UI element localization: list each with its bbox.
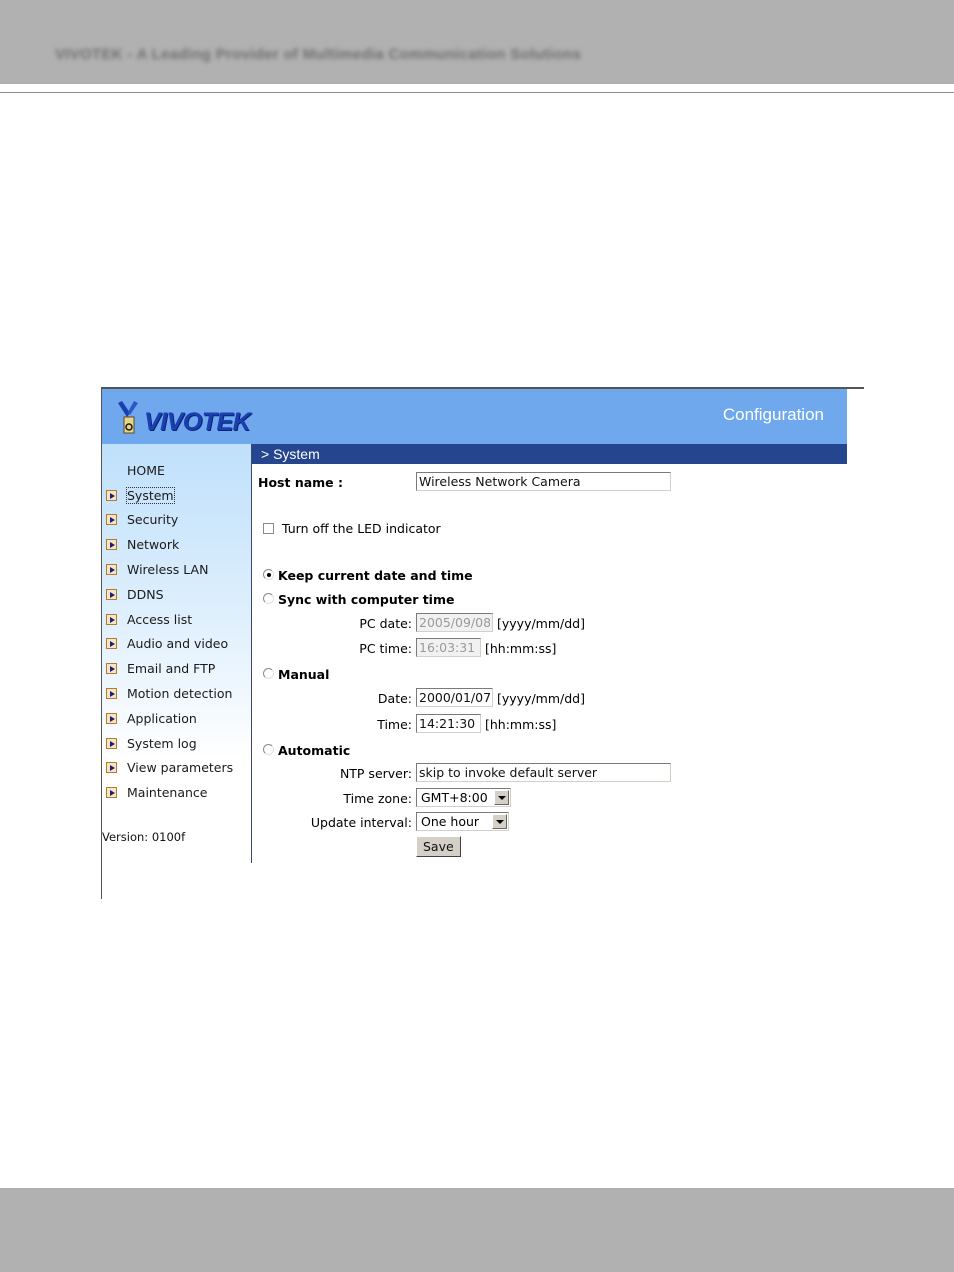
time-zone-value: GMT+8:00 xyxy=(421,790,488,805)
document-footer xyxy=(0,1188,954,1272)
arrow-right-icon xyxy=(106,713,117,724)
time-zone-label: Time zone: xyxy=(343,791,412,806)
sidebar-item-label: HOME xyxy=(127,462,165,478)
firmware-version: Version: 0100f xyxy=(102,830,186,844)
arrow-right-icon xyxy=(106,663,117,674)
automatic-time-radio[interactable] xyxy=(263,744,274,755)
sync-computer-time-label: Sync with computer time xyxy=(278,592,455,607)
pc-time-input xyxy=(416,638,481,657)
camera-logo-icon xyxy=(116,401,142,435)
sidebar-item-label: Security xyxy=(127,511,179,527)
keep-time-label: Keep current date and time xyxy=(278,568,473,583)
app-header: VIVOTEK Configuration xyxy=(102,389,847,444)
time-zone-select[interactable]: GMT+8:00 xyxy=(416,788,511,807)
automatic-time-label: Automatic xyxy=(278,743,351,758)
time-format: [hh:mm:ss] xyxy=(485,717,557,732)
keep-time-radio[interactable] xyxy=(263,569,274,580)
sidebar-item-label: DDNS xyxy=(127,586,164,602)
arrow-right-icon xyxy=(106,564,117,575)
sidebar-item-label: Network xyxy=(127,536,180,552)
time-input[interactable] xyxy=(416,714,481,733)
save-button[interactable]: Save xyxy=(416,836,461,857)
pc-time-format: [hh:mm:ss] xyxy=(485,641,557,656)
time-label: Time: xyxy=(377,717,412,732)
arrow-right-icon xyxy=(106,514,117,525)
manual-time-radio[interactable] xyxy=(263,668,274,679)
ntp-server-label: NTP server: xyxy=(339,766,412,781)
date-input[interactable] xyxy=(416,688,493,707)
arrow-right-icon xyxy=(106,614,117,625)
sidebar-item-label: Audio and video xyxy=(127,635,229,651)
sidebar-item-label: Wireless LAN xyxy=(127,561,209,577)
system-settings-form: Host name : Turn off the LED indicator K… xyxy=(252,464,847,884)
arrow-right-icon xyxy=(106,738,117,749)
header-divider xyxy=(0,92,954,93)
sidebar-item-label: Motion detection xyxy=(127,685,233,701)
pc-time-label: PC time: xyxy=(359,641,412,656)
arrow-right-icon xyxy=(106,638,117,649)
arrow-right-icon xyxy=(106,539,117,550)
arrow-right-icon xyxy=(106,490,117,501)
document-header: VIVOTEK - A Leading Provider of Multimed… xyxy=(0,0,954,84)
sidebar-item-label: Email and FTP xyxy=(127,660,216,676)
date-label: Date: xyxy=(377,691,412,706)
arrow-right-icon xyxy=(106,589,117,600)
manual-time-label: Manual xyxy=(278,667,330,682)
pc-date-format: [yyyy/mm/dd] xyxy=(497,616,585,631)
ntp-server-input[interactable] xyxy=(416,763,671,782)
sidebar-item-label: Access list xyxy=(127,611,193,627)
arrow-right-icon xyxy=(106,787,117,798)
pc-date-input xyxy=(416,613,493,632)
led-indicator-checkbox[interactable] xyxy=(263,523,274,534)
host-name-input[interactable] xyxy=(416,472,671,491)
arrow-right-icon xyxy=(106,688,117,699)
arrow-right-icon xyxy=(106,762,117,773)
sidebar-item-label: Application xyxy=(127,710,197,726)
update-interval-select[interactable]: One hour xyxy=(416,812,509,831)
host-name-label: Host name : xyxy=(258,475,344,490)
sidebar-item-label: System xyxy=(126,486,175,504)
led-indicator-label: Turn off the LED indicator xyxy=(282,521,441,536)
sidebar-nav: HOME System Security Network Wireless LA… xyxy=(102,444,251,863)
brand-name: VIVOTEK xyxy=(144,408,251,436)
page-title: Configuration xyxy=(722,405,824,424)
date-format: [yyyy/mm/dd] xyxy=(497,691,585,706)
vivotek-logo[interactable]: VIVOTEK xyxy=(116,401,251,436)
chevron-down-icon[interactable] xyxy=(492,814,507,829)
pc-date-label: PC date: xyxy=(359,616,412,631)
sidebar-item-label: View parameters xyxy=(127,759,234,775)
sidebar-item-label: System log xyxy=(127,735,197,751)
update-interval-label: Update interval: xyxy=(310,815,412,830)
sync-computer-time-radio[interactable] xyxy=(263,593,274,604)
document-header-text: VIVOTEK - A Leading Provider of Multimed… xyxy=(55,46,582,63)
sidebar-item-label: Maintenance xyxy=(127,784,208,800)
update-interval-value: One hour xyxy=(421,814,480,829)
section-title-bar: > System xyxy=(252,444,847,464)
chevron-down-icon[interactable] xyxy=(494,790,509,805)
